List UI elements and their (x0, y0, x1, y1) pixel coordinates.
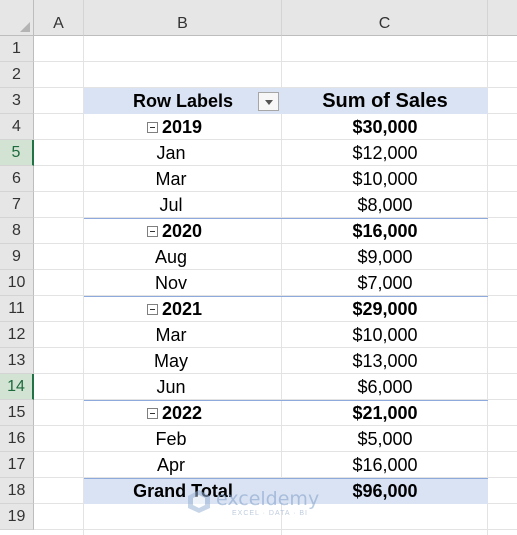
month-sales-value: $13,000 (352, 351, 418, 371)
row-header-2[interactable]: 2 (0, 62, 34, 88)
month-label: Jun (156, 377, 186, 397)
spreadsheet: A B C 1 2 3 4 5 6 7 8 9 10 11 12 13 14 15 16 17 18 19 Row … (0, 0, 517, 535)
month-label: Jan (156, 143, 186, 163)
collapse-minus-icon[interactable] (147, 122, 158, 133)
gridline-row (34, 61, 517, 62)
month-sales-value: $12,000 (352, 143, 418, 163)
row-header-3[interactable]: 3 (0, 88, 34, 114)
month-label: May (153, 351, 188, 371)
group-year-label: 2022 (162, 403, 203, 423)
month-sales-value: $10,000 (352, 169, 418, 189)
row-header-19[interactable]: 19 (0, 504, 34, 530)
column-header-b[interactable]: B (84, 0, 282, 36)
group-year-label: 2020 (162, 221, 203, 241)
group-total-value: $29,000 (352, 299, 418, 319)
dropdown-arrow-icon (265, 100, 273, 105)
group-total-value: $30,000 (352, 117, 418, 137)
column-header-c[interactable]: C (282, 0, 488, 36)
month-sales-value: $7,000 (357, 273, 413, 293)
group-total-value: $21,000 (352, 403, 418, 423)
collapse-minus-icon[interactable] (147, 408, 158, 419)
month-label: Apr (156, 455, 185, 475)
column-header-d[interactable] (488, 0, 517, 36)
pivot-header-sum-of-sales: Sum of Sales (322, 90, 448, 112)
row-header-7[interactable]: 7 (0, 192, 34, 218)
group-year-label: 2019 (162, 117, 203, 137)
watermark-name: exceldemy (216, 488, 320, 510)
month-label: Nov (154, 273, 187, 293)
row-header-15[interactable]: 15 (0, 400, 34, 426)
month-label: Mar (155, 169, 187, 189)
row-labels-filter-button[interactable] (258, 92, 279, 111)
select-all-corner[interactable] (0, 0, 34, 36)
pivot-header-row-labels: Row Labels (132, 91, 234, 111)
gridline-row (34, 529, 517, 530)
month-sales-value: $6,000 (357, 377, 413, 397)
month-sales-value: $8,000 (357, 195, 413, 215)
row-header-11[interactable]: 11 (0, 296, 34, 322)
month-label: Feb (155, 429, 187, 449)
row-header-16[interactable]: 16 (0, 426, 34, 452)
month-label: Jul (159, 195, 183, 215)
row-header-10[interactable]: 10 (0, 270, 34, 296)
row-header-6[interactable]: 6 (0, 166, 34, 192)
month-sales-value: $10,000 (352, 325, 418, 345)
row-header-14[interactable]: 14 (0, 374, 34, 400)
row-header-1[interactable]: 1 (0, 36, 34, 62)
select-all-triangle-icon (20, 22, 30, 32)
row-header-17[interactable]: 17 (0, 452, 34, 478)
collapse-minus-icon[interactable] (147, 226, 158, 237)
collapse-minus-icon[interactable] (147, 304, 158, 315)
row-header-18[interactable]: 18 (0, 478, 34, 504)
month-sales-value: $16,000 (352, 455, 418, 475)
row-header-5[interactable]: 5 (0, 140, 34, 166)
column-header-a[interactable]: A (34, 0, 84, 36)
watermark-tagline: EXCEL · DATA · BI (232, 510, 308, 517)
group-total-value: $16,000 (352, 221, 418, 241)
exceldemy-logo-icon (188, 490, 210, 513)
month-sales-value: $9,000 (357, 247, 413, 267)
row-header-13[interactable]: 13 (0, 348, 34, 374)
group-year-label: 2021 (162, 299, 203, 319)
month-label: Mar (155, 325, 187, 345)
month-label: Aug (154, 247, 188, 267)
month-sales-value: $5,000 (357, 429, 413, 449)
row-header-9[interactable]: 9 (0, 244, 34, 270)
row-header-4[interactable]: 4 (0, 114, 34, 140)
row-header-12[interactable]: 12 (0, 322, 34, 348)
row-header-8[interactable]: 8 (0, 218, 34, 244)
exceldemy-watermark: exceldemy EXCEL · DATA · BI (186, 488, 336, 520)
